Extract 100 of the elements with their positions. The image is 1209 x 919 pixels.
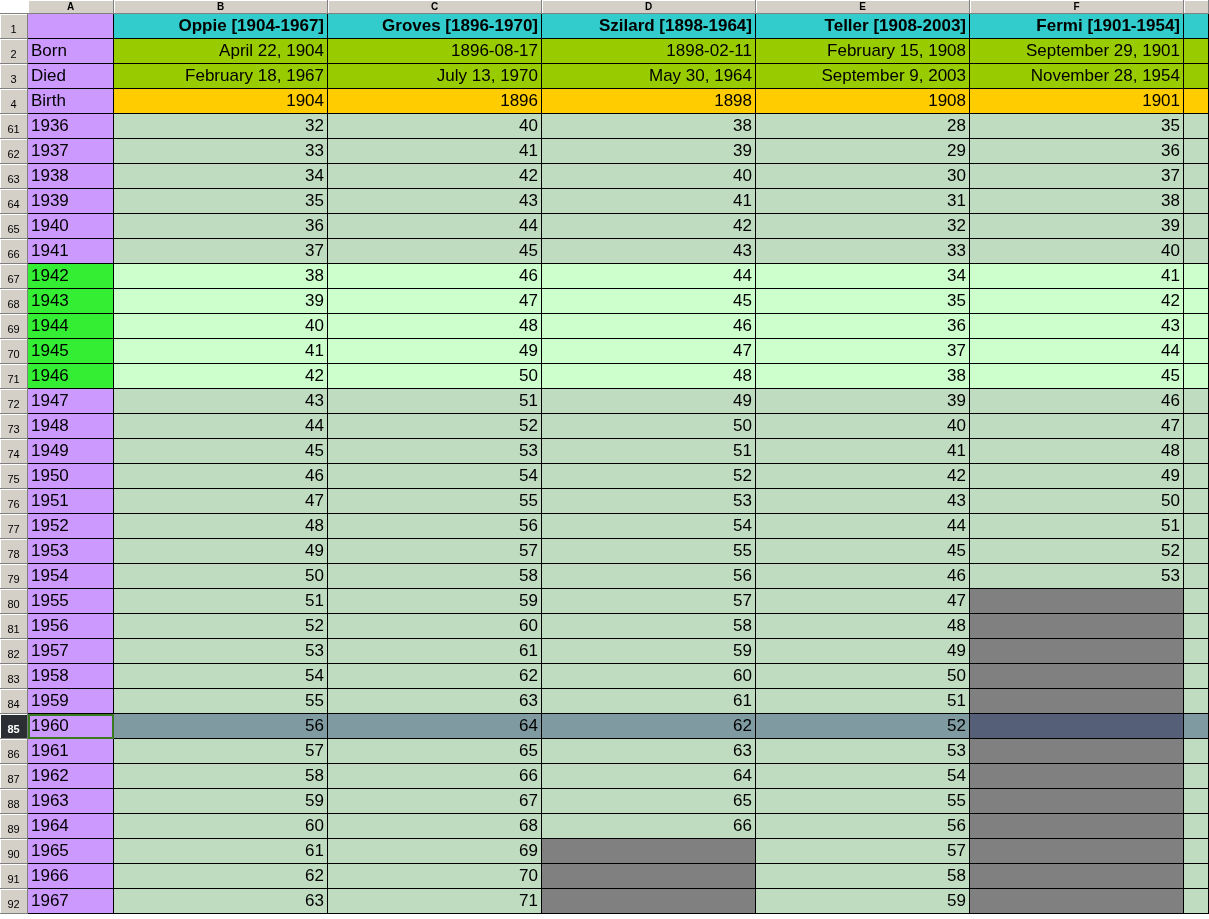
table-cell: 61 <box>542 689 756 714</box>
table-cell: 57 <box>756 839 970 864</box>
column-header[interactable]: B <box>114 0 328 14</box>
year-cell: 1943 <box>28 289 114 314</box>
row-header[interactable]: 62 <box>0 139 28 164</box>
table-cell: 47 <box>328 289 542 314</box>
row-header[interactable]: 63 <box>0 164 28 189</box>
table-cell: 40 <box>970 239 1184 264</box>
table-cell: 57 <box>542 589 756 614</box>
row-header[interactable]: 80 <box>0 589 28 614</box>
row-header[interactable]: 74 <box>0 439 28 464</box>
table-cell: 59 <box>756 889 970 914</box>
table-cell <box>1184 664 1209 689</box>
table-cell: 45 <box>328 239 542 264</box>
table-cell: 49 <box>542 389 756 414</box>
table-cell: 49 <box>114 539 328 564</box>
table-cell: 41 <box>756 439 970 464</box>
row-header[interactable]: 61 <box>0 114 28 139</box>
year-cell: 1966 <box>28 864 114 889</box>
column-title-cell: Oppie [1904-1967] <box>114 14 328 39</box>
row-header[interactable]: 85 <box>0 714 28 739</box>
row-header[interactable]: 69 <box>0 314 28 339</box>
table-cell: 49 <box>328 339 542 364</box>
row-header[interactable]: 76 <box>0 489 28 514</box>
row-header[interactable]: 4 <box>0 89 28 114</box>
table-cell: 42 <box>328 164 542 189</box>
row-header[interactable]: 79 <box>0 564 28 589</box>
table-cell: 49 <box>970 464 1184 489</box>
table-cell: 38 <box>970 189 1184 214</box>
table-cell: 55 <box>114 689 328 714</box>
table-cell <box>1184 864 1209 889</box>
row-header[interactable]: 2 <box>0 39 28 64</box>
table-cell: 50 <box>970 489 1184 514</box>
column-header[interactable]: F <box>970 0 1184 14</box>
column-header[interactable]: E <box>756 0 970 14</box>
table-cell: 51 <box>756 689 970 714</box>
table-cell: 48 <box>756 614 970 639</box>
table-cell: 59 <box>114 789 328 814</box>
table-cell <box>1184 589 1209 614</box>
column-header[interactable]: D <box>542 0 756 14</box>
table-cell: 51 <box>328 389 542 414</box>
table-cell <box>1184 214 1209 239</box>
year-cell: 1948 <box>28 414 114 439</box>
table-cell: 62 <box>114 864 328 889</box>
year-cell: 1964 <box>28 814 114 839</box>
year-cell: 1941 <box>28 239 114 264</box>
table-cell: 38 <box>542 114 756 139</box>
row-header[interactable]: 82 <box>0 639 28 664</box>
row-header[interactable]: 1 <box>0 14 28 39</box>
table-cell: 39 <box>756 389 970 414</box>
row-header[interactable]: 90 <box>0 839 28 864</box>
row-header[interactable]: 86 <box>0 739 28 764</box>
row-header[interactable]: 87 <box>0 764 28 789</box>
table-cell <box>1184 739 1209 764</box>
table-cell: 49 <box>756 639 970 664</box>
table-cell: 46 <box>328 264 542 289</box>
row-header[interactable]: 71 <box>0 364 28 389</box>
table-cell: 60 <box>114 814 328 839</box>
table-cell: 44 <box>542 264 756 289</box>
table-cell: 63 <box>328 689 542 714</box>
table-cell: 48 <box>114 514 328 539</box>
row-header[interactable]: 73 <box>0 414 28 439</box>
row-header[interactable]: 68 <box>0 289 28 314</box>
row-header[interactable]: 83 <box>0 664 28 689</box>
table-cell: 45 <box>970 364 1184 389</box>
row-header[interactable]: 78 <box>0 539 28 564</box>
table-cell: 61 <box>328 639 542 664</box>
table-cell: 46 <box>542 314 756 339</box>
row-header[interactable]: 84 <box>0 689 28 714</box>
row-header[interactable]: 81 <box>0 614 28 639</box>
row-header[interactable]: 75 <box>0 464 28 489</box>
column-header[interactable] <box>1184 0 1209 14</box>
row-header[interactable]: 91 <box>0 864 28 889</box>
row-header[interactable]: 3 <box>0 64 28 89</box>
table-cell: 40 <box>328 114 542 139</box>
table-cell: 52 <box>114 614 328 639</box>
row-header[interactable]: 66 <box>0 239 28 264</box>
row-header[interactable]: 77 <box>0 514 28 539</box>
year-cell: 1958 <box>28 664 114 689</box>
table-cell: 35 <box>114 189 328 214</box>
column-header[interactable]: A <box>28 0 114 14</box>
table-cell: 56 <box>114 714 328 739</box>
table-cell <box>1184 14 1209 39</box>
row-header[interactable]: 92 <box>0 889 28 914</box>
row-header[interactable]: 67 <box>0 264 28 289</box>
table-cell: July 13, 1970 <box>328 64 542 89</box>
row-header[interactable]: 72 <box>0 389 28 414</box>
row-header[interactable]: 65 <box>0 214 28 239</box>
row-header[interactable]: 89 <box>0 814 28 839</box>
table-cell: 54 <box>328 464 542 489</box>
table-cell <box>1184 514 1209 539</box>
row-header[interactable]: 70 <box>0 339 28 364</box>
row-header[interactable]: 64 <box>0 189 28 214</box>
table-cell: April 22, 1904 <box>114 39 328 64</box>
table-cell <box>1184 314 1209 339</box>
row-header[interactable]: 88 <box>0 789 28 814</box>
table-cell: 45 <box>756 539 970 564</box>
column-header[interactable]: C <box>328 0 542 14</box>
table-cell: 55 <box>542 539 756 564</box>
table-cell <box>1184 39 1209 64</box>
